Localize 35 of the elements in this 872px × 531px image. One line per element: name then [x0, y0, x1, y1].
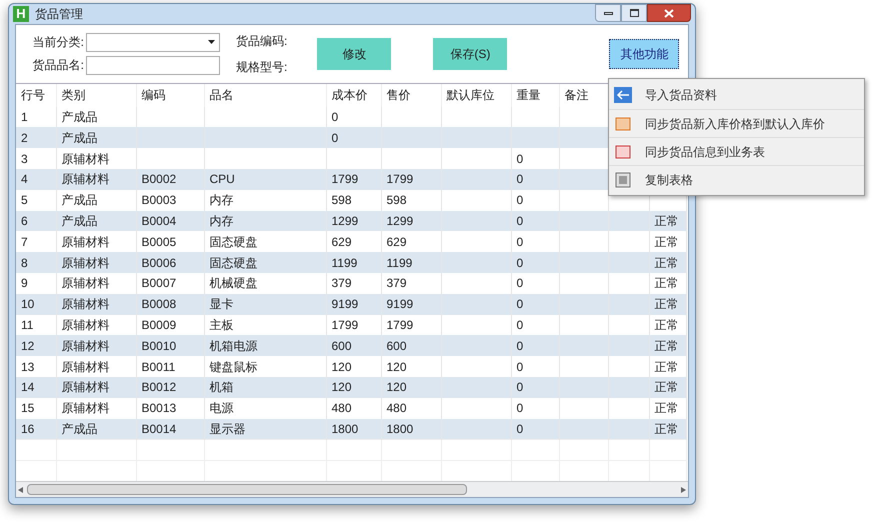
table-cell: B0014 — [136, 418, 204, 440]
menu-item[interactable]: 复制表格 — [645, 170, 693, 188]
toolbar-button[interactable]: 其他功能 — [609, 38, 680, 69]
table-cell: 显示器 — [204, 418, 326, 440]
table-icon — [615, 144, 631, 158]
field-label: 货品品名: — [32, 57, 85, 74]
table-cell: 产成品 — [56, 418, 136, 440]
horizontal-scrollbar[interactable] — [16, 481, 688, 497]
minimize-button[interactable] — [595, 4, 621, 22]
field-label: 规格型号: — [236, 58, 288, 76]
menu-item[interactable]: 同步货品新入库价格到默认入库价 — [645, 114, 825, 132]
menu-item[interactable]: 同步货品信息到业务表 — [645, 142, 765, 160]
table-cell: 16 — [16, 418, 56, 440]
name-input-field[interactable] — [86, 56, 220, 75]
app-logo-icon: H — [13, 6, 29, 22]
scrollbar-thumb[interactable] — [27, 484, 467, 495]
toolbar-button[interactable]: 修改 — [317, 38, 392, 70]
left-arrow-icon — [614, 87, 632, 103]
menu-item[interactable]: 导入货品资料 — [645, 86, 717, 104]
toolbar-button[interactable]: 保存(S) — [433, 38, 508, 70]
table-cell: 1800 — [381, 418, 441, 440]
dropdown-caret-icon — [208, 40, 215, 44]
document-icon — [615, 116, 631, 130]
window-title: 货品管理 — [35, 6, 83, 23]
table-cell: 1800 — [326, 418, 381, 440]
maximize-button[interactable] — [621, 4, 647, 22]
field-label: 当前分类: — [32, 34, 85, 52]
copy-icon — [615, 172, 631, 188]
table-cell: 正常 — [649, 418, 686, 440]
table-cell: 0 — [511, 418, 559, 440]
scroll-left-icon[interactable] — [18, 486, 23, 492]
field-label: 货品编码: — [236, 32, 288, 50]
close-icon — [664, 8, 674, 18]
scroll-right-icon[interactable] — [681, 486, 686, 492]
close-button[interactable] — [647, 4, 691, 22]
